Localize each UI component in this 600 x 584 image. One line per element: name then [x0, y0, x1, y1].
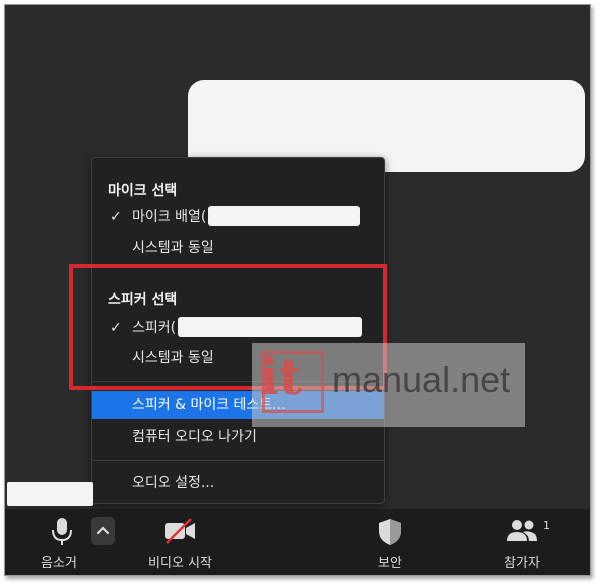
- participants-count: 1: [543, 519, 550, 532]
- mute-label: 음소거: [41, 556, 77, 571]
- menu-divider: [92, 460, 384, 461]
- security-label: 보안: [378, 556, 402, 571]
- audio-options-button[interactable]: [91, 517, 115, 545]
- mic-select-heading: 마이크 선택: [108, 183, 178, 199]
- leave-audio-label: 컴퓨터 오디오 나가기: [132, 429, 257, 445]
- mic-system-default-label: 시스템과 동일: [132, 240, 214, 256]
- start-video-button[interactable]: 비디오 시작: [130, 509, 230, 575]
- microphone-icon: [51, 517, 73, 551]
- participants-icon: [505, 517, 539, 547]
- checkmark-icon: ✓: [110, 209, 122, 225]
- watermark-site-name: manual.net: [332, 359, 511, 400]
- menu-item-audio-settings[interactable]: 오디오 설정...: [92, 469, 384, 497]
- shield-icon: [377, 517, 403, 551]
- watermark-logo: it: [260, 347, 303, 406]
- meeting-toolbar: 음소거 비디오 시작 보안 1 참가자: [5, 509, 590, 575]
- chevron-up-icon: [96, 526, 110, 535]
- security-button[interactable]: 보안: [350, 509, 430, 575]
- video-off-icon: [163, 517, 197, 549]
- menu-item-mic-system-default[interactable]: 시스템과 동일: [92, 234, 384, 262]
- participants-button[interactable]: 1 참가자: [482, 509, 562, 575]
- audio-settings-label: 오디오 설정...: [132, 475, 215, 491]
- redacted-area: [7, 482, 93, 506]
- watermark: it manual.net: [252, 343, 525, 427]
- start-video-label: 비디오 시작: [148, 556, 212, 571]
- redacted-device-name: [208, 206, 361, 226]
- zoom-window: 마이크 선택 ✓ 마이크 배열( 시스템과 동일 스피커 선택 ✓ 스피커( 시…: [4, 4, 591, 576]
- menu-item-mic-array[interactable]: ✓ 마이크 배열(: [92, 203, 384, 231]
- participants-label: 참가자: [504, 556, 540, 571]
- mic-array-label: 마이크 배열(: [132, 209, 207, 225]
- menu-item-leave-computer-audio[interactable]: 컴퓨터 오디오 나가기: [92, 423, 384, 451]
